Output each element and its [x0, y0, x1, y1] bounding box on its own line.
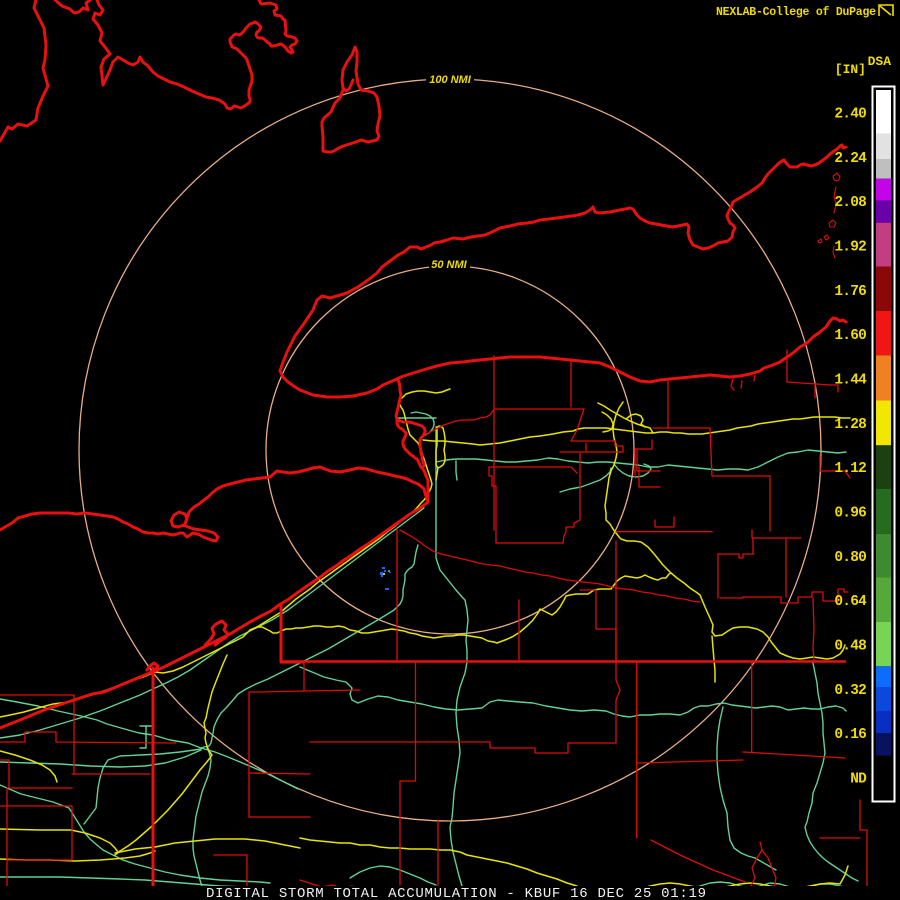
- svg-text:0.32: 0.32: [834, 683, 866, 699]
- svg-text:1.28: 1.28: [834, 417, 866, 433]
- svg-text:[IN]: [IN]: [835, 62, 866, 77]
- svg-text:1.44: 1.44: [834, 373, 867, 389]
- svg-text:2.24: 2.24: [834, 151, 867, 167]
- svg-text:0.64: 0.64: [834, 594, 867, 610]
- svg-text:1.60: 1.60: [834, 328, 866, 344]
- svg-text:DSA: DSA: [868, 54, 892, 69]
- svg-text:50 NMI: 50 NMI: [431, 259, 467, 271]
- svg-text:100 NMI: 100 NMI: [429, 74, 472, 86]
- svg-text:1.76: 1.76: [834, 284, 866, 300]
- svg-text:0.80: 0.80: [834, 550, 866, 566]
- svg-text:0.48: 0.48: [834, 639, 866, 655]
- svg-text:1.12: 1.12: [834, 461, 866, 477]
- svg-text:2.08: 2.08: [834, 195, 866, 211]
- svg-text:1.92: 1.92: [834, 240, 866, 256]
- svg-text:NEXLAB-College of DuPage: NEXLAB-College of DuPage: [716, 6, 876, 19]
- svg-text:DIGITAL STORM TOTAL ACCUMULATI: DIGITAL STORM TOTAL ACCUMULATION - KBUF …: [206, 886, 706, 900]
- svg-text:2.40: 2.40: [834, 107, 866, 123]
- svg-text:0.96: 0.96: [834, 506, 866, 522]
- svg-text:ND: ND: [850, 771, 867, 787]
- svg-text:0.16: 0.16: [834, 727, 866, 743]
